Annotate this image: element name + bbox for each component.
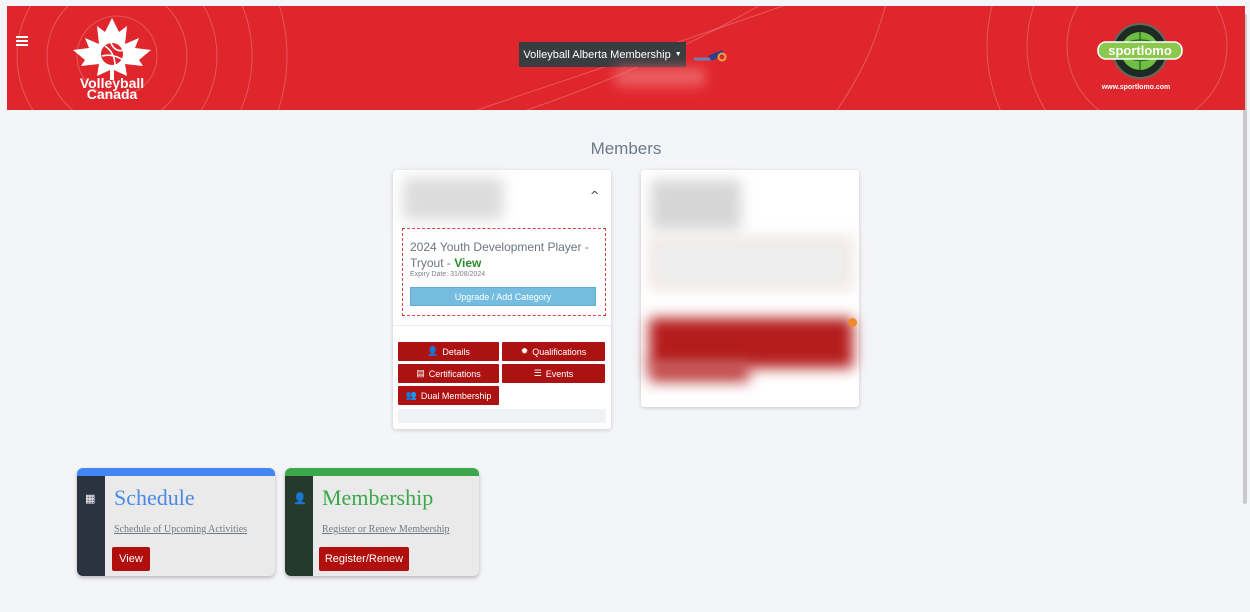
blurred-membership-box [651, 238, 851, 288]
sportlomo-logo[interactable]: sportlomo [1092, 18, 1188, 88]
view-membership-link[interactable]: View [454, 256, 481, 270]
details-button[interactable]: 👤 Details [398, 342, 499, 361]
membership-title: Membership [322, 485, 434, 510]
badge-icon: ✹ [520, 346, 529, 356]
blurred-member-name-2 [651, 180, 741, 230]
organization-dropdown-label: Volleyball Alberta Membership [523, 48, 671, 61]
top-header: Volleyball Canada Volleyball Alberta Mem… [7, 6, 1245, 110]
sportlomo-logo-text: sportlomo [1108, 43, 1172, 58]
volleyball-canada-wordmark: Volleyball Canada [79, 75, 145, 102]
caret-down-icon: ▼ [674, 51, 682, 58]
chevron-up-icon[interactable]: ^ [590, 189, 599, 202]
membership-card: 👤 Membership Register or Renew Membershi… [285, 468, 479, 576]
register-renew-button[interactable]: Register/Renew [319, 547, 409, 571]
blurred-buttons [649, 318, 853, 368]
membership-name: 2024 Youth Development Player - Tryout - [410, 240, 589, 270]
events-button-label: Events [545, 368, 574, 379]
blurred-member-name [403, 178, 503, 220]
membership-box: 2024 Youth Development Player - Tryout -… [402, 228, 606, 316]
calendar-icon: ▦ [85, 492, 96, 505]
dual-membership-button-label: Dual Membership [420, 390, 492, 401]
card-footer-bar [398, 409, 606, 423]
membership-expiry: Expiry Date: 31/08/2024 [410, 271, 486, 278]
blurred-button-row [649, 362, 749, 382]
users-icon: 👥 [405, 390, 417, 400]
schedule-card: ▦ Schedule Schedule of Upcoming Activiti… [77, 468, 275, 576]
qualifications-button[interactable]: ✹ Qualifications [502, 342, 605, 361]
card-divider [393, 325, 611, 326]
schedule-sidebar: ▦ [77, 476, 105, 576]
schedule-link[interactable]: Schedule of Upcoming Activities [114, 524, 247, 535]
membership-title: 2024 Youth Development Player - Tryout -… [410, 239, 598, 271]
member-card-blurred [641, 170, 859, 407]
schedule-accent-bar [77, 468, 275, 476]
membership-sidebar: 👤 [285, 476, 313, 576]
dual-membership-button[interactable]: 👥 Dual Membership [398, 386, 499, 405]
menu-icon[interactable] [16, 36, 28, 46]
member-card: ^ 2024 Youth Development Player - Tryout… [393, 170, 611, 429]
upgrade-add-category-button[interactable]: Upgrade / Add Category [410, 287, 596, 306]
sportlomo-url: www.sportlomo.com [1101, 84, 1171, 91]
events-button[interactable]: ☰ Events [502, 364, 605, 383]
user-edit-icon: 👤 [293, 492, 307, 505]
schedule-title: Schedule [114, 485, 195, 510]
certificate-icon: ▤ [416, 368, 425, 378]
pen-icon[interactable] [692, 48, 730, 66]
certifications-button[interactable]: ▤ Certifications [398, 364, 499, 383]
user-icon: 👤 [427, 346, 439, 356]
membership-accent-bar [285, 468, 479, 476]
organization-dropdown[interactable]: Volleyball Alberta Membership ▼ [519, 42, 686, 67]
certifications-button-label: Certifications [428, 368, 481, 379]
membership-link[interactable]: Register or Renew Membership [322, 524, 449, 535]
details-button-label: Details [442, 346, 470, 357]
members-heading: Members [590, 139, 662, 158]
list-icon: ☰ [533, 368, 542, 378]
notification-dot [848, 318, 857, 327]
schedule-view-button[interactable]: View [112, 547, 150, 571]
qualifications-button-label: Qualifications [532, 346, 587, 357]
blurred-user-name [615, 68, 705, 86]
